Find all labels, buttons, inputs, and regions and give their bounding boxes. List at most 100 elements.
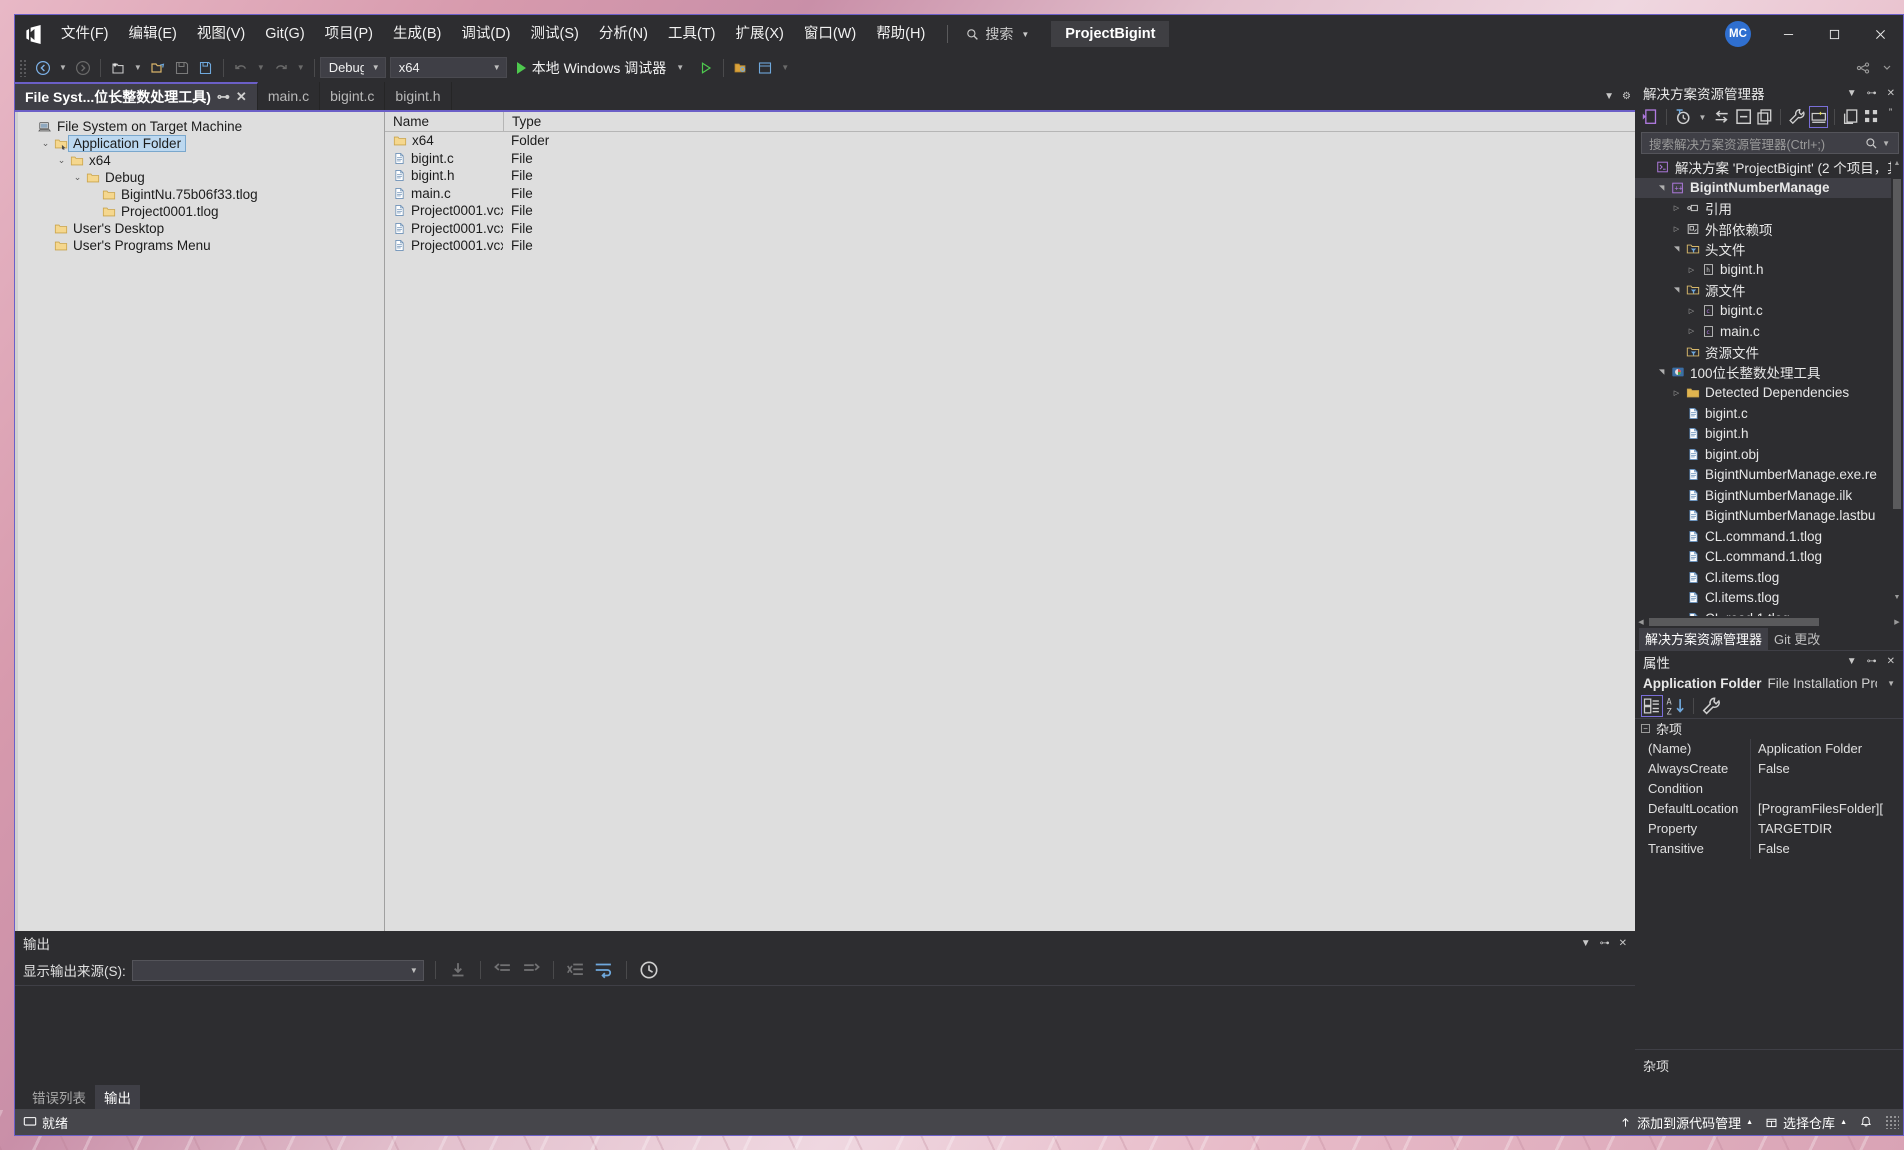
tab-git-changes[interactable]: Git 更改 [1768, 628, 1826, 650]
chevron-down-icon[interactable]: ◢ [1673, 283, 1681, 298]
chevron-right-icon[interactable]: ▷ [1684, 266, 1699, 274]
notifications-button[interactable] [1859, 1115, 1873, 1129]
close-button[interactable] [1857, 15, 1903, 53]
fs-tree-item-x64[interactable]: ⌄ x64 [15, 152, 384, 169]
column-header-type[interactable]: Type [503, 112, 623, 132]
solution-tree-item[interactable]: ◢ 100位长整数处理工具 [1635, 362, 1903, 383]
pin-icon[interactable]: ⊶ [1600, 938, 1610, 949]
maximize-button[interactable] [1811, 15, 1857, 53]
layout-caret-icon[interactable]: ▼ [777, 63, 793, 72]
file-list-row[interactable]: Project0001.vcxproj File [385, 202, 1635, 220]
solution-tree-item[interactable]: Cl.items.tlog [1635, 588, 1903, 609]
property-value[interactable]: TARGETDIR [1751, 821, 1903, 836]
chevron-down-icon[interactable]: ▼ [1847, 656, 1857, 667]
menu-test[interactable]: 测试(S) [521, 15, 589, 53]
output-text-area[interactable] [15, 985, 1635, 1085]
scroll-thumb-h[interactable] [1649, 617, 1819, 626]
solution-configuration-dropdown[interactable]: Debug ▼ [319, 57, 386, 78]
redo-caret-icon[interactable]: ▼ [293, 63, 309, 72]
fs-tree-item-application-folder[interactable]: ⌄ Application Folder [15, 135, 384, 152]
solution-tree-item[interactable]: 解决方案 'ProjectBigint' (2 个项目，其 [1635, 157, 1903, 178]
show-all-files-icon[interactable] [1808, 106, 1829, 128]
redo-icon[interactable] [269, 56, 293, 80]
share-icon[interactable] [1851, 56, 1875, 80]
property-row[interactable]: (Name) Application Folder [1635, 738, 1903, 759]
solution-explorer-search-input[interactable]: 搜索解决方案资源管理器(Ctrl+;) ▼ [1641, 132, 1899, 154]
chevron-down-icon[interactable]: ◢ [1658, 365, 1666, 380]
fs-tree-item-bigintnu-75b06f33-tlog[interactable]: BigintNu.75b06f33.tlog [15, 186, 384, 203]
avatar[interactable]: MC [1725, 21, 1751, 47]
more-icon[interactable]: ” [1884, 106, 1903, 128]
solution-tree-item[interactable]: ▷ 外部依赖项 [1635, 219, 1903, 240]
solution-tree-item[interactable]: ▷ Detected Dependencies [1635, 383, 1903, 404]
solution-tree-item[interactable]: ▷ 引用 [1635, 198, 1903, 219]
project-name-chip[interactable]: ProjectBigint [1051, 21, 1170, 47]
solution-tree-item[interactable]: BigintNumberManage.lastbu [1635, 506, 1903, 527]
tab-file-system-editor[interactable]: File Syst...位长整数处理工具) ⊶ ✕ [15, 82, 258, 110]
new-project-caret-icon[interactable]: ▼ [130, 63, 146, 72]
menu-tools[interactable]: 工具(T) [658, 15, 726, 53]
property-value[interactable]: [ProgramFilesFolder][ [1751, 801, 1903, 816]
go-to-next-icon[interactable] [520, 959, 542, 981]
tab-main-c[interactable]: main.c [257, 82, 321, 110]
go-to-previous-icon[interactable] [492, 959, 514, 981]
menu-project[interactable]: 项目(P) [315, 15, 383, 53]
solution-tree-item[interactable]: CL.read.1.tlog [1635, 608, 1903, 616]
search-icon[interactable] [1865, 137, 1878, 150]
pin-icon[interactable]: ⊶ [1867, 656, 1877, 667]
close-icon[interactable]: ✕ [236, 89, 247, 105]
tab-error-list[interactable]: 错误列表 [23, 1085, 95, 1109]
menu-file[interactable]: 文件(F) [51, 15, 119, 53]
undo-caret-icon[interactable]: ▼ [253, 63, 269, 72]
solution-tree-item[interactable]: ◢ 头文件 [1635, 239, 1903, 260]
global-search-box[interactable]: 搜索 ▼ [958, 22, 1037, 47]
save-icon[interactable] [170, 56, 194, 80]
collapse-icon[interactable]: − [1641, 724, 1650, 733]
alphabetical-sort-icon[interactable]: AZ [1665, 695, 1687, 717]
menu-window[interactable]: 窗口(W) [794, 15, 866, 53]
file-list-row[interactable]: main.c File [385, 185, 1635, 203]
solution-platform-dropdown[interactable]: x64 ▼ [389, 57, 507, 78]
fs-tree-item-file-system-on-target-machine[interactable]: File System on Target Machine [15, 118, 384, 135]
property-value[interactable]: False [1751, 761, 1903, 776]
solution-tree-item[interactable]: ▷ c main.c [1635, 321, 1903, 342]
tab-bigint-h[interactable]: bigint.h [385, 82, 452, 110]
solution-tree-item[interactable]: BigintNumberManage.ilk [1635, 485, 1903, 506]
fs-tree-item-user-s-programs-menu[interactable]: User's Programs Menu [15, 237, 384, 254]
solution-explorer-horizontal-scrollbar[interactable]: ◀ ▶ [1635, 615, 1903, 628]
menu-analyze[interactable]: 分析(N) [589, 15, 658, 53]
solution-tree-item[interactable]: 资源文件 [1635, 342, 1903, 363]
chevron-right-icon[interactable]: ▷ [1684, 307, 1699, 315]
solution-tree-item[interactable]: ▷ c bigint.c [1635, 301, 1903, 322]
file-list-row[interactable]: bigint.c File [385, 150, 1635, 168]
home-icon[interactable] [1862, 106, 1881, 128]
solution-tree-item[interactable]: ◢ ++ BigintNumberManage [1635, 177, 1903, 198]
open-file-icon[interactable] [146, 56, 170, 80]
menu-extensions[interactable]: 扩展(X) [726, 15, 794, 53]
fs-tree-item-user-s-desktop[interactable]: User's Desktop [15, 220, 384, 237]
properties-object-selector[interactable]: Application Folder File Installation Pro… [1635, 673, 1903, 695]
solution-explorer-vertical-scrollbar[interactable]: ▲ ▼ [1891, 157, 1903, 604]
solution-explorer-tree[interactable]: 解决方案 'ProjectBigint' (2 个项目，其 ◢ ++ BigintNu… [1635, 157, 1903, 616]
chevron-down-icon[interactable]: ▼ [1604, 91, 1614, 102]
solution-tree-item[interactable]: CL.command.1.tlog [1635, 526, 1903, 547]
resize-grip-icon[interactable] [1885, 1115, 1899, 1129]
navigate-forward-icon[interactable] [71, 56, 95, 80]
chevron-down-icon[interactable]: ▼ [1878, 139, 1894, 148]
navigate-back-icon[interactable] [31, 56, 55, 80]
chevron-right-icon[interactable]: ▷ [1669, 389, 1684, 397]
solution-tree-item[interactable]: ◢ 源文件 [1635, 280, 1903, 301]
collapse-all-icon[interactable] [1734, 106, 1753, 128]
solution-tree-item[interactable]: BigintNumberManage.exe.re [1635, 465, 1903, 486]
scroll-down-arrow-icon[interactable]: ▼ [1891, 592, 1903, 604]
property-row[interactable]: Condition [1635, 778, 1903, 799]
property-value[interactable]: False [1751, 841, 1903, 856]
categorized-view-icon[interactable] [1641, 695, 1663, 717]
scroll-up-arrow-icon[interactable]: ▲ [1891, 157, 1903, 169]
solution-tree-item[interactable]: bigint.c [1635, 403, 1903, 424]
find-message-icon[interactable] [447, 959, 469, 981]
chevron-down-icon[interactable]: ⌄ [39, 138, 52, 149]
solution-tree-item[interactable]: ▷ h bigint.h [1635, 260, 1903, 281]
property-value[interactable]: Application Folder [1751, 741, 1903, 756]
output-source-dropdown[interactable]: ▼ [131, 959, 424, 981]
